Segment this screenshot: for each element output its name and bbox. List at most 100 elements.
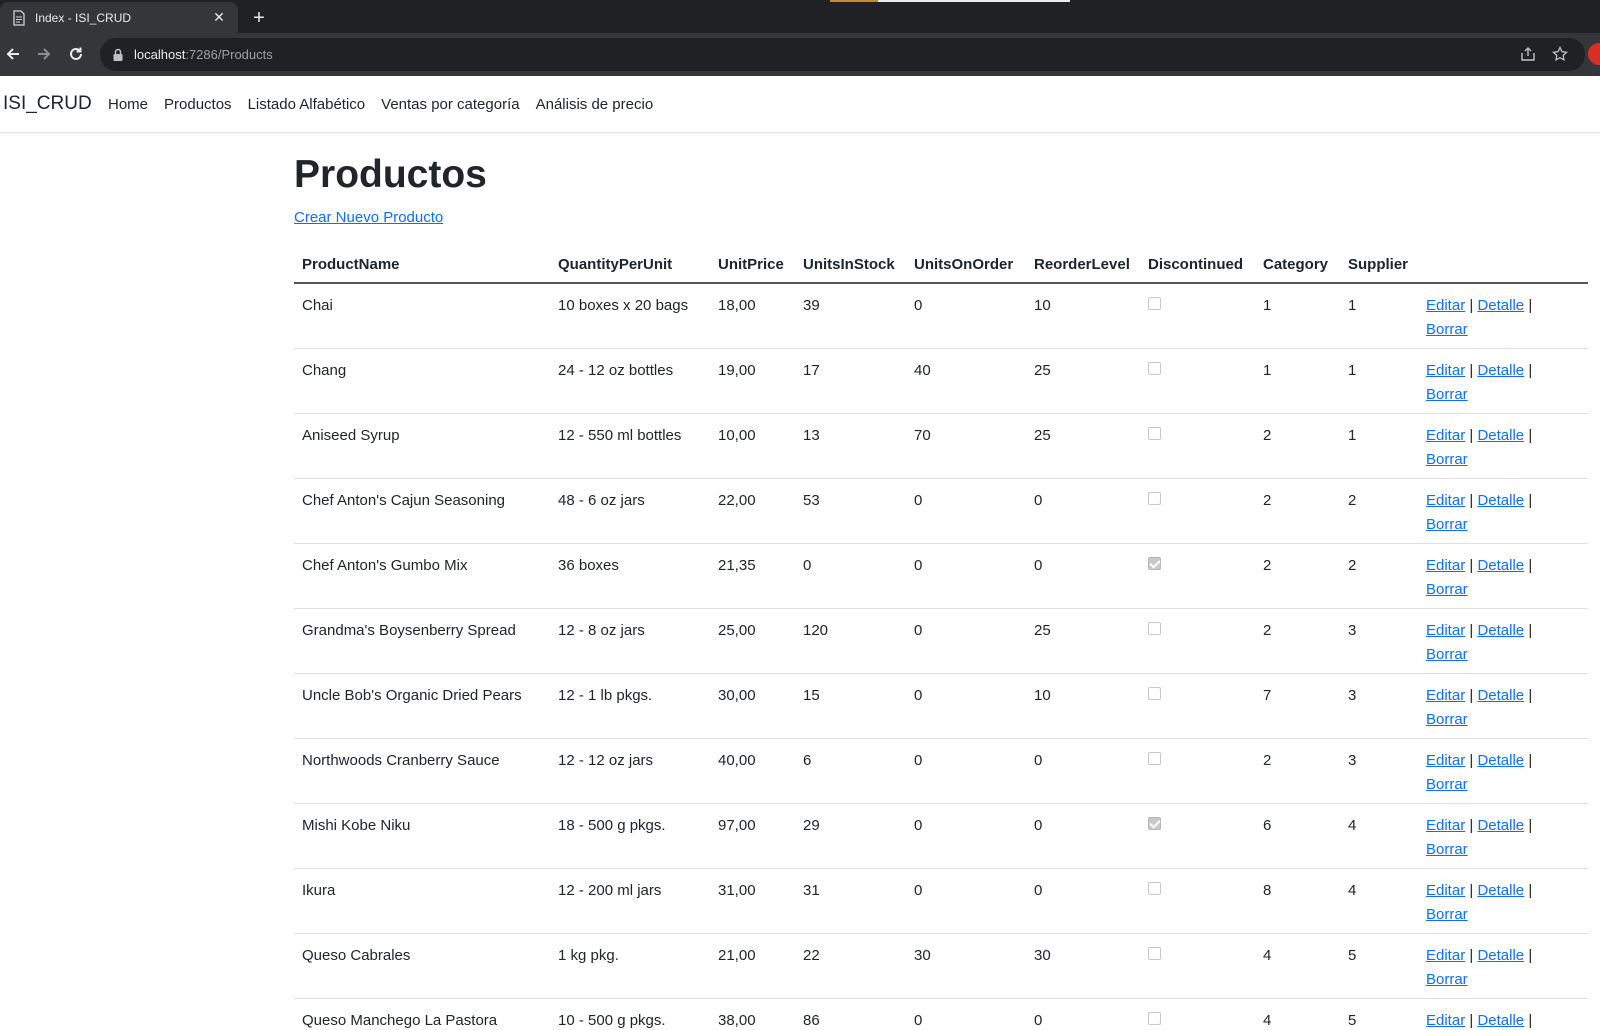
column-header-actions bbox=[1418, 248, 1588, 284]
edit-link[interactable]: Editar bbox=[1426, 557, 1465, 574]
cell-units-in-stock: 39 bbox=[795, 283, 906, 349]
edit-link[interactable]: Editar bbox=[1426, 362, 1465, 379]
cell-units-on-order: 0 bbox=[906, 478, 1026, 544]
delete-link[interactable]: Borrar bbox=[1426, 776, 1468, 793]
nav-link-ventas-por-categoria[interactable]: Ventas por categoría bbox=[381, 96, 519, 113]
discontinued-checkbox bbox=[1148, 816, 1161, 830]
edit-link[interactable]: Editar bbox=[1426, 817, 1465, 834]
detail-link[interactable]: Detalle bbox=[1477, 427, 1524, 444]
cell-discontinued bbox=[1140, 543, 1255, 609]
cell-actions: Editar | Detalle |Borrar bbox=[1418, 673, 1588, 739]
cell-reorder-level: 0 bbox=[1026, 478, 1140, 544]
discontinued-checkbox bbox=[1148, 1011, 1161, 1025]
discontinued-checkbox bbox=[1148, 686, 1161, 700]
cell-quantity-per-unit: 12 - 1 lb pkgs. bbox=[550, 673, 710, 739]
edit-link[interactable]: Editar bbox=[1426, 752, 1465, 769]
table-row: Ikura 12 - 200 ml jars 31,00 31 0 0 8 4 Editar |… bbox=[294, 868, 1588, 934]
edit-link[interactable]: Editar bbox=[1426, 1012, 1465, 1029]
edit-link[interactable]: Editar bbox=[1426, 492, 1465, 509]
cell-product-name: Aniseed Syrup bbox=[294, 413, 550, 479]
delete-link[interactable]: Borrar bbox=[1426, 841, 1468, 858]
detail-link[interactable]: Detalle bbox=[1477, 817, 1524, 834]
delete-link[interactable]: Borrar bbox=[1426, 321, 1468, 338]
cell-units-on-order: 0 bbox=[906, 283, 1026, 349]
edit-link[interactable]: Editar bbox=[1426, 687, 1465, 704]
browser-tab-active[interactable]: Index - ISI_CRUD ✕ bbox=[0, 2, 238, 33]
detail-link[interactable]: Detalle bbox=[1477, 882, 1524, 899]
cell-supplier: 3 bbox=[1340, 673, 1418, 739]
action-separator: | bbox=[1469, 557, 1474, 574]
nav-link-home[interactable]: Home bbox=[108, 96, 148, 113]
delete-link[interactable]: Borrar bbox=[1426, 451, 1468, 468]
cell-units-on-order: 0 bbox=[906, 868, 1026, 934]
bookmark-star-icon[interactable] bbox=[1549, 43, 1571, 65]
create-product-link[interactable]: Crear Nuevo Producto bbox=[294, 209, 443, 226]
delete-link[interactable]: Borrar bbox=[1426, 646, 1468, 663]
delete-link[interactable]: Borrar bbox=[1426, 711, 1468, 728]
edit-link[interactable]: Editar bbox=[1426, 427, 1465, 444]
close-tab-icon[interactable]: ✕ bbox=[210, 9, 228, 27]
edit-link[interactable]: Editar bbox=[1426, 947, 1465, 964]
cell-units-in-stock: 53 bbox=[795, 478, 906, 544]
action-separator: | bbox=[1469, 1012, 1474, 1029]
edit-link[interactable]: Editar bbox=[1426, 882, 1465, 899]
cell-product-name: Mishi Kobe Niku bbox=[294, 803, 550, 869]
action-separator: | bbox=[1469, 622, 1474, 639]
discontinued-checkbox bbox=[1148, 881, 1161, 895]
action-separator: | bbox=[1528, 492, 1533, 509]
share-icon[interactable] bbox=[1517, 43, 1539, 65]
forward-arrow-icon[interactable] bbox=[33, 43, 55, 65]
brand-link[interactable]: ISI_CRUD bbox=[3, 93, 92, 115]
detail-link[interactable]: Detalle bbox=[1477, 297, 1524, 314]
address-bar[interactable]: localhost:7286/Products bbox=[100, 38, 1585, 71]
delete-link[interactable]: Borrar bbox=[1426, 516, 1468, 533]
edit-link[interactable]: Editar bbox=[1426, 622, 1465, 639]
reload-icon[interactable] bbox=[65, 43, 87, 65]
delete-link[interactable]: Borrar bbox=[1426, 971, 1468, 988]
delete-link[interactable]: Borrar bbox=[1426, 906, 1468, 923]
cell-units-in-stock: 6 bbox=[795, 738, 906, 804]
discontinued-checkbox bbox=[1148, 556, 1161, 570]
cell-supplier: 4 bbox=[1340, 868, 1418, 934]
action-separator: | bbox=[1469, 687, 1474, 704]
delete-link[interactable]: Borrar bbox=[1426, 386, 1468, 403]
action-separator: | bbox=[1469, 427, 1474, 444]
cell-supplier: 2 bbox=[1340, 478, 1418, 544]
detail-link[interactable]: Detalle bbox=[1477, 752, 1524, 769]
back-arrow-icon[interactable] bbox=[2, 43, 24, 65]
nav-link-analisis-de-precio[interactable]: Análisis de precio bbox=[536, 96, 654, 113]
url-host: localhost bbox=[134, 47, 186, 62]
cell-category: 8 bbox=[1255, 868, 1340, 934]
detail-link[interactable]: Detalle bbox=[1477, 622, 1524, 639]
cell-unit-price: 97,00 bbox=[710, 803, 795, 869]
cell-discontinued bbox=[1140, 933, 1255, 999]
products-table: ProductName QuantityPerUnit UnitPrice Un… bbox=[294, 248, 1588, 1030]
detail-link[interactable]: Detalle bbox=[1477, 492, 1524, 509]
detail-link[interactable]: Detalle bbox=[1477, 362, 1524, 379]
action-separator: | bbox=[1528, 817, 1533, 834]
page-title: Productos bbox=[294, 153, 487, 196]
cell-units-on-order: 0 bbox=[906, 998, 1026, 1030]
cell-quantity-per-unit: 12 - 8 oz jars bbox=[550, 608, 710, 674]
nav-link-productos[interactable]: Productos bbox=[164, 96, 232, 113]
detail-link[interactable]: Detalle bbox=[1477, 557, 1524, 574]
action-separator: | bbox=[1528, 752, 1533, 769]
table-row: Queso Cabrales 1 kg pkg. 21,00 22 30 30 4 5 Edit… bbox=[294, 933, 1588, 999]
action-separator: | bbox=[1528, 1012, 1533, 1029]
column-header: Category bbox=[1255, 248, 1340, 284]
detail-link[interactable]: Detalle bbox=[1477, 687, 1524, 704]
cell-category: 1 bbox=[1255, 348, 1340, 414]
column-header: Supplier bbox=[1340, 248, 1418, 284]
table-row: Northwoods Cranberry Sauce 12 - 12 oz jar… bbox=[294, 738, 1588, 804]
detail-link[interactable]: Detalle bbox=[1477, 947, 1524, 964]
delete-link[interactable]: Borrar bbox=[1426, 581, 1468, 598]
cell-reorder-level: 0 bbox=[1026, 803, 1140, 869]
edit-link[interactable]: Editar bbox=[1426, 297, 1465, 314]
cell-unit-price: 40,00 bbox=[710, 738, 795, 804]
action-separator: | bbox=[1469, 492, 1474, 509]
new-tab-icon[interactable]: + bbox=[248, 7, 270, 29]
nav-link-listado-alfabetico[interactable]: Listado Alfabético bbox=[248, 96, 366, 113]
extension-icon[interactable] bbox=[1588, 43, 1600, 65]
detail-link[interactable]: Detalle bbox=[1477, 1012, 1524, 1029]
cell-actions: Editar | Detalle |Borrar bbox=[1418, 608, 1588, 674]
